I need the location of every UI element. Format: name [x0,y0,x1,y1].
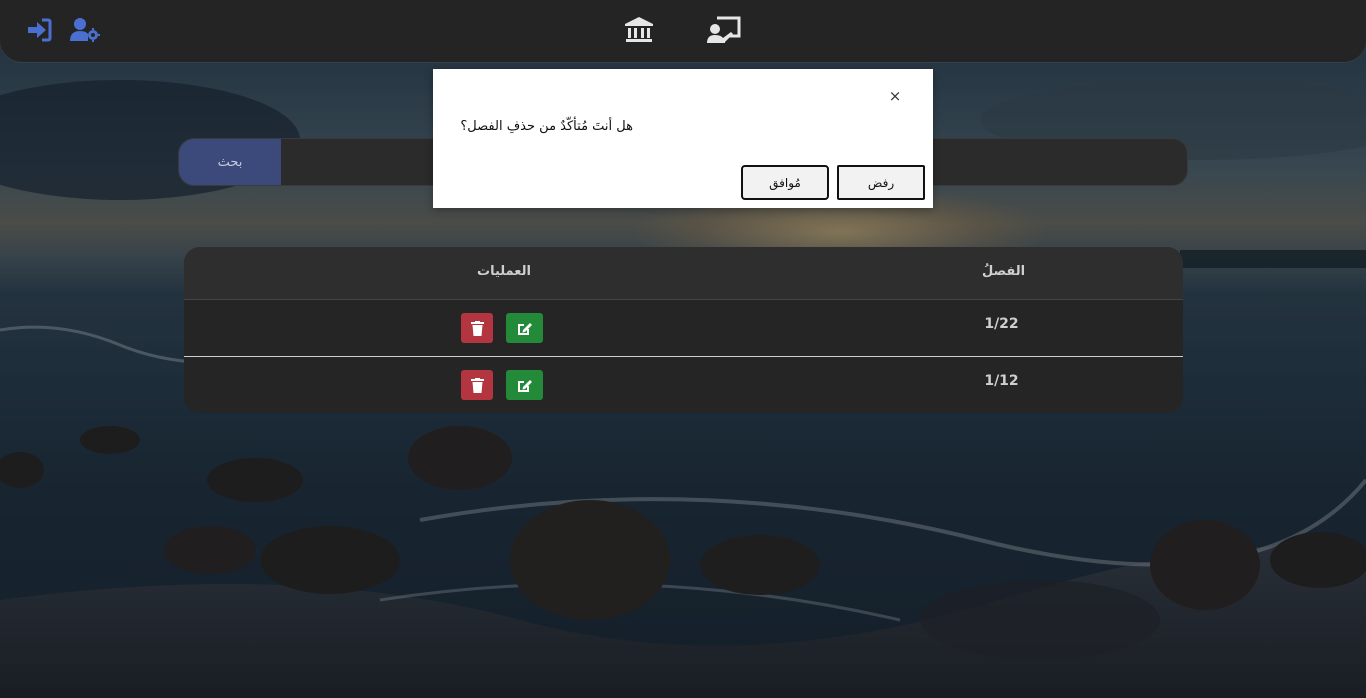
logout-icon[interactable] [26,17,52,43]
trash-icon [470,377,484,393]
table-header: الفصلُ العمليات [184,247,1183,300]
top-navbar [0,0,1366,62]
delete-button[interactable] [461,313,493,343]
column-header-class: الفصلُ [982,264,1026,279]
institution-icon[interactable] [624,16,654,44]
delete-confirmation-modal: × هل أنتَ مُتأكّدٌ من حذفِ الفصل؟ مُوافق… [433,69,933,208]
classroom-teacher-icon[interactable] [707,16,741,44]
classes-table: الفصلُ العمليات 1/22 1/12 [184,247,1183,413]
table-row: 1/12 [184,356,1183,412]
edit-icon [517,322,532,335]
confirm-button[interactable]: مُوافق [741,165,829,200]
user-settings-icon[interactable] [69,17,101,43]
close-icon[interactable]: × [884,85,906,107]
delete-button[interactable] [461,370,493,400]
table-row: 1/22 [184,300,1183,355]
edit-button[interactable] [506,313,543,343]
search-button[interactable]: بحث [179,139,281,185]
class-cell: 1/22 [984,316,1019,332]
modal-message: هل أنتَ مُتأكّدٌ من حذفِ الفصل؟ [460,119,633,134]
edit-button[interactable] [506,370,543,400]
cancel-button[interactable]: رفض [837,165,925,200]
edit-icon [517,379,532,392]
trash-icon [470,320,484,336]
class-cell: 1/12 [984,373,1019,389]
column-header-actions: العمليات [477,264,531,279]
